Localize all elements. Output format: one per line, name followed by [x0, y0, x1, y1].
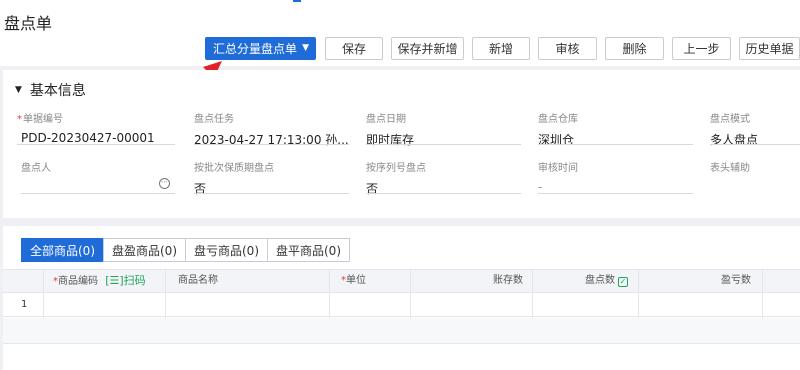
- more-icon[interactable]: ⋯: [159, 178, 170, 189]
- summary-count-dropdown-button[interactable]: 汇总分量盘点单 ▼: [205, 37, 316, 60]
- product-tabs: 全部商品(0) 盘盈商品(0) 盘亏商品(0) 盘平商品(0): [21, 238, 350, 262]
- save-and-new-button[interactable]: 保存并新增: [391, 37, 464, 60]
- count-task-label: 盘点任务: [194, 114, 234, 125]
- top-bar: 盘点单 汇总分量盘点单 ▼ 保存 保存并新增 新增 审核 删除 上一步 历史单据: [0, 0, 800, 66]
- count-mode-field[interactable]: 盘点模式 多人盘点: [710, 110, 800, 147]
- batch-expiry-count-field[interactable]: 按批次保质期盘点 否: [194, 159, 349, 196]
- column-book-quantity[interactable]: 账存数: [493, 270, 523, 292]
- count-task-value: 2023-04-27 17:13:00 孙...: [194, 133, 349, 147]
- checkbox-icon[interactable]: ✓: [618, 277, 628, 287]
- serial-count-value: 否: [366, 182, 379, 196]
- new-button[interactable]: 新增: [472, 37, 530, 60]
- column-product-name[interactable]: 商品名称: [178, 270, 218, 292]
- column-counted-quantity[interactable]: 盘点数 ✓: [585, 270, 628, 292]
- scan-button[interactable]: [☰]扫码: [105, 274, 145, 287]
- caret-down-icon: ▼: [15, 85, 22, 95]
- count-warehouse-label: 盘点仓库: [538, 114, 578, 125]
- approval-time-label: 审核时间: [538, 163, 578, 174]
- tab-all-products[interactable]: 全部商品(0): [21, 238, 104, 262]
- count-mode-value: 多人盘点: [710, 133, 759, 147]
- tab-shortage-products[interactable]: 盘亏商品(0): [185, 238, 268, 262]
- tab-surplus-products[interactable]: 盘盈商品(0): [103, 238, 186, 262]
- column-variance-quantity[interactable]: 盈亏数: [721, 270, 751, 292]
- counter-person-label: 盘点人: [21, 163, 51, 174]
- approval-time-field: 审核时间 -: [538, 159, 693, 195]
- scan-icon: [☰]: [105, 274, 124, 287]
- count-warehouse-field[interactable]: 盘点仓库 深圳仓: [538, 110, 693, 147]
- count-task-field[interactable]: 盘点任务 2023-04-27 17:13:00 孙...: [194, 110, 349, 147]
- save-button[interactable]: 保存: [325, 37, 383, 60]
- column-unit[interactable]: *单位: [341, 270, 366, 292]
- serial-count-field[interactable]: 按序列号盘点 否: [366, 159, 521, 196]
- approve-button[interactable]: 审核: [538, 37, 597, 60]
- batch-expiry-count-value: 否: [194, 182, 207, 196]
- previous-step-button[interactable]: 上一步: [672, 37, 731, 60]
- column-product-code[interactable]: *商品编码 [☰]扫码: [53, 270, 146, 292]
- document-number-field[interactable]: *单据编号 PDD-20230427-00001: [17, 110, 175, 146]
- chevron-down-icon: ▼: [302, 43, 309, 53]
- basic-info-header[interactable]: ▼ 基本信息: [15, 80, 86, 100]
- counter-person-field[interactable]: 盘点人 ⋯: [21, 159, 175, 195]
- basic-info-title: 基本信息: [29, 83, 86, 99]
- count-warehouse-value: 深圳仓: [538, 133, 575, 147]
- tab-balanced-products[interactable]: 盘平商品(0): [267, 238, 350, 262]
- document-number-value: PDD-20230427-00001: [21, 131, 155, 145]
- header-auxiliary-label: 表头辅助: [710, 163, 750, 174]
- document-number-label: 单据编号: [23, 114, 63, 125]
- header-auxiliary-field[interactable]: 表头辅助: [710, 159, 800, 195]
- serial-count-label: 按序列号盘点: [366, 163, 426, 174]
- table-row[interactable]: 1: [3, 293, 800, 317]
- table-header: *商品编码 [☰]扫码 商品名称 *单位 账存数 盘点数 ✓ 盈亏数: [3, 269, 800, 293]
- count-date-label: 盘点日期: [366, 114, 406, 125]
- batch-expiry-count-label: 按批次保质期盘点: [194, 163, 274, 174]
- count-mode-label: 盘点模式: [710, 114, 750, 125]
- count-date-value: 即时库存: [366, 133, 415, 147]
- history-documents-button[interactable]: 历史单据: [739, 37, 800, 60]
- page-title: 盘点单: [4, 14, 53, 33]
- summary-count-label: 汇总分量盘点单: [213, 42, 298, 56]
- approval-time-value: -: [538, 180, 543, 194]
- delete-button[interactable]: 删除: [605, 37, 664, 60]
- basic-info-panel: ▼ 基本信息 *单据编号 PDD-20230427-00001 盘点任务 202…: [3, 70, 800, 218]
- row-number: 1: [21, 299, 28, 310]
- top-indicator: [293, 0, 301, 2]
- count-date-field[interactable]: 盘点日期 即时库存: [366, 110, 521, 147]
- table-footer-row: [3, 318, 800, 344]
